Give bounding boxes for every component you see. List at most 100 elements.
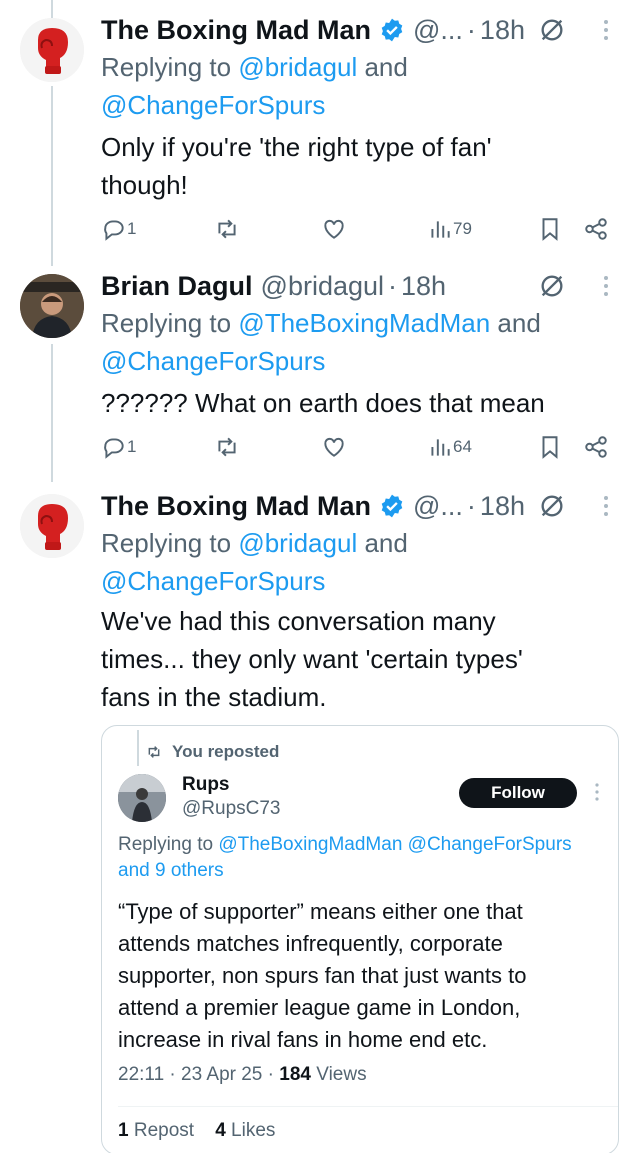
- views-label: Views: [310, 1064, 367, 1085]
- share-icon: [585, 218, 607, 240]
- quoted-date[interactable]: 23 Apr 25: [181, 1064, 262, 1085]
- reply-count: 1: [127, 219, 137, 238]
- quoted-thread-line: [137, 730, 139, 766]
- mention-link[interactable]: @bridagul: [238, 528, 357, 558]
- verified-badge-icon: [381, 494, 403, 518]
- share-button[interactable]: [583, 216, 609, 242]
- replying-to: Replying to @TheBoxingMadMan and: [101, 304, 541, 342]
- reply-button[interactable]: 1: [101, 216, 136, 242]
- separator-dot: ·: [262, 1064, 280, 1085]
- share-button[interactable]: [583, 434, 609, 460]
- boxing-glove-icon: [20, 494, 84, 558]
- avatar[interactable]: [20, 274, 84, 338]
- follow-button[interactable]: Follow: [459, 778, 577, 808]
- like-button[interactable]: [321, 434, 347, 460]
- quoted-text-line: attends matches infrequently, corporate: [118, 931, 503, 956]
- more-icon[interactable]: [596, 494, 616, 518]
- tweet-text-line: though!: [101, 170, 188, 200]
- reposts-count: 1: [118, 1120, 129, 1141]
- bookmark-button[interactable]: [537, 434, 563, 460]
- views-icon: [431, 439, 450, 456]
- likes-stat[interactable]: 4 Likes: [215, 1120, 275, 1141]
- mention-link[interactable]: @ChangeForSpurs: [101, 90, 325, 120]
- quoted-author-name[interactable]: Rups: [182, 774, 230, 796]
- reposts-stat[interactable]: 1 Repost: [118, 1120, 194, 1141]
- avatar[interactable]: [20, 494, 84, 558]
- action-bar: 1 79: [101, 216, 621, 246]
- replying-suffix: and: [357, 52, 408, 82]
- tweet-2[interactable]: Brian Dagul @bridagul · 18h Replying to …: [0, 266, 640, 476]
- avatar[interactable]: [118, 774, 166, 822]
- no-reply-icon: [541, 495, 563, 517]
- reply-button[interactable]: 1: [101, 434, 136, 460]
- verified-badge-icon: [381, 18, 403, 42]
- reply-icon: [104, 438, 124, 459]
- tweet-text-line: fans in the stadium.: [101, 682, 327, 712]
- tweet-text-line: We've had this conversation many: [101, 606, 496, 636]
- more-icon[interactable]: [590, 782, 604, 802]
- mention-link[interactable]: @ChangeForSpurs: [101, 566, 325, 596]
- retweet-button[interactable]: [214, 434, 240, 460]
- like-icon: [324, 437, 344, 457]
- like-button[interactable]: [321, 216, 347, 242]
- retweet-icon: [218, 437, 236, 457]
- replying-prefix: Replying to: [101, 528, 239, 558]
- share-icon: [585, 436, 607, 458]
- mention-link[interactable]: @TheBoxingMadMan: [238, 308, 490, 338]
- timestamp[interactable]: 18h: [480, 15, 525, 46]
- replying-prefix: Replying to: [101, 52, 239, 82]
- boxing-glove-icon: [20, 18, 84, 82]
- author-name[interactable]: The Boxing Mad Man: [101, 491, 371, 522]
- views-icon: [431, 221, 450, 238]
- bookmark-icon: [542, 218, 558, 241]
- quoted-author-handle[interactable]: @RupsC73: [182, 798, 281, 820]
- timestamp[interactable]: 18h: [480, 491, 525, 522]
- quoted-text-line: increase in rival fans in home end etc.: [118, 1027, 488, 1052]
- separator-dot: ·: [466, 14, 476, 45]
- timestamp[interactable]: 18h: [401, 271, 446, 302]
- more-icon[interactable]: [596, 274, 616, 298]
- more-icon[interactable]: [596, 18, 616, 42]
- likes-count: 4: [215, 1120, 226, 1141]
- others-link[interactable]: and 9 others: [118, 860, 224, 881]
- avatar[interactable]: [20, 18, 84, 82]
- reply-icon: [104, 220, 124, 241]
- tweet-text: We've had this conversation many times..…: [101, 602, 621, 716]
- mention-link[interactable]: @ChangeForSpurs: [101, 346, 325, 376]
- quoted-time[interactable]: 22:11: [118, 1064, 164, 1085]
- mention-link[interactable]: @bridagul: [238, 52, 357, 82]
- replying-suffix: and: [357, 528, 408, 558]
- replying-to-line2: @ChangeForSpurs: [101, 86, 325, 124]
- separator-dot: ·: [164, 1064, 182, 1085]
- author-handle[interactable]: @...: [413, 15, 463, 46]
- quoted-stats: 1 Repost 4 Likes: [118, 1120, 275, 1142]
- tweet-text-line: Only if you're 'the right type of fan': [101, 132, 492, 162]
- quoted-tweet-card[interactable]: You reposted Rups @RupsC73 Follow Replyi…: [101, 725, 619, 1153]
- author-name[interactable]: Brian Dagul: [101, 271, 253, 302]
- tweet-text: Only if you're 'the right type of fan' t…: [101, 128, 621, 204]
- tweet-text-line: ?????? What on earth does that mean: [101, 388, 545, 418]
- no-reply-icon: [541, 275, 563, 297]
- author-handle[interactable]: @bridagul: [261, 271, 384, 302]
- replying-to-line2: @ChangeForSpurs: [101, 562, 325, 600]
- tweet-text: ?????? What on earth does that mean: [101, 384, 621, 422]
- separator-dot: ·: [466, 490, 476, 521]
- like-icon: [324, 219, 344, 239]
- quoted-text-line: “Type of supporter” means either one tha…: [118, 899, 523, 924]
- tweet-1[interactable]: The Boxing Mad Man @... · 18h Replying t…: [0, 10, 640, 250]
- tweet-text-line: times... they only want 'certain types': [101, 644, 523, 674]
- views-button[interactable]: 79: [427, 216, 472, 242]
- bookmark-button[interactable]: [537, 216, 563, 242]
- author-name[interactable]: The Boxing Mad Man: [101, 15, 371, 46]
- separator-dot: ·: [388, 270, 398, 301]
- replying-to: Replying to @bridagul and: [101, 48, 408, 86]
- quoted-replying-to: Replying to @TheBoxingMadMan @ChangeForS…: [118, 832, 613, 884]
- mention-link[interactable]: @TheBoxingMadMan @ChangeForSpurs: [218, 834, 571, 855]
- likes-label: Likes: [225, 1120, 276, 1141]
- replying-to-line2: @ChangeForSpurs: [101, 342, 325, 380]
- action-bar: 1 64: [101, 434, 621, 464]
- author-handle[interactable]: @...: [413, 491, 463, 522]
- views-button[interactable]: 64: [427, 434, 472, 460]
- retweet-button[interactable]: [214, 216, 240, 242]
- retweet-icon: [148, 746, 160, 758]
